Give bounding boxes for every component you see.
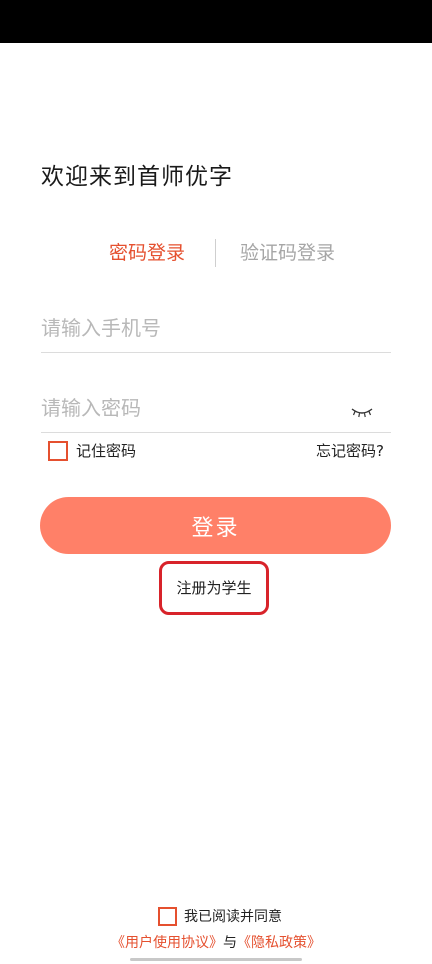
agreement-row: 我已阅读并同意 [0, 906, 432, 928]
login-tabs: 密码登录 验证码登录 [0, 236, 432, 270]
user-agreement-link[interactable]: 《用户使用协议》 [111, 935, 223, 951]
agreement-label[interactable]: 我已阅读并同意 [184, 906, 282, 928]
login-screen: 欢迎来到首师优字 密码登录 验证码登录 记住密码 忘记密码? 登录 注册为学生 [0, 0, 432, 964]
remember-password-checkbox[interactable] [48, 441, 68, 461]
password-field [41, 388, 391, 433]
phone-input[interactable] [41, 308, 341, 348]
login-options-row: 记住密码 忘记密码? [48, 440, 384, 462]
login-button[interactable]: 登录 [40, 497, 391, 554]
policy-and-text: 与 [223, 935, 237, 951]
policy-links-row: 《用户使用协议》与《隐私政策》 [0, 932, 432, 954]
welcome-title: 欢迎来到首师优字 [41, 164, 233, 190]
status-bar [0, 0, 432, 43]
register-student-link[interactable]: 注册为学生 [162, 564, 266, 612]
home-indicator[interactable] [130, 958, 302, 961]
phone-field [41, 308, 391, 353]
eye-closed-icon[interactable] [351, 404, 373, 418]
agreement-checkbox[interactable] [158, 907, 177, 926]
tab-password-login[interactable]: 密码登录 [109, 236, 185, 270]
tab-divider [215, 239, 216, 267]
register-highlight-box: 注册为学生 [159, 561, 269, 615]
privacy-policy-link[interactable]: 《隐私政策》 [237, 935, 321, 951]
remember-password-label[interactable]: 记住密码 [76, 440, 136, 462]
password-input[interactable] [41, 388, 341, 428]
tab-code-login[interactable]: 验证码登录 [240, 236, 335, 270]
forgot-password-link[interactable]: 忘记密码? [316, 440, 384, 462]
